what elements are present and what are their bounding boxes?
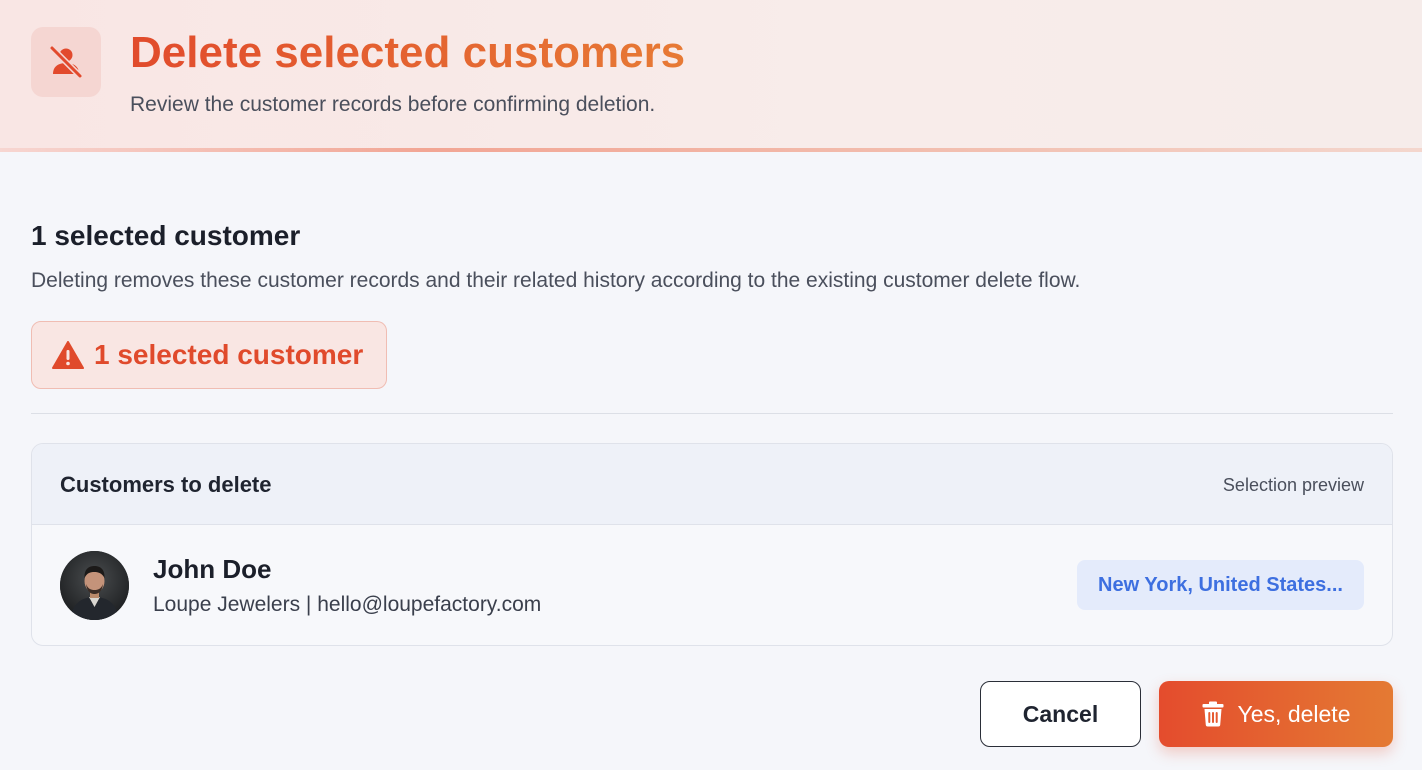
confirm-delete-button[interactable]: Yes, delete [1159,681,1393,747]
avatar [60,551,129,620]
section-divider [31,413,1393,414]
card-header: Customers to delete Selection preview [32,444,1392,525]
warning-triangle-icon [52,341,84,369]
selection-count-heading: 1 selected customer [31,220,301,251]
customer-name: John Doe [153,554,272,584]
customer-location-badge: New York, United States... [1077,560,1364,610]
selection-warning-label: 1 selected customer [94,339,364,370]
user-slash-icon [31,27,101,97]
delete-description: Deleting removes these customer records … [31,269,1081,292]
header-accent-line [0,148,1422,152]
dialog-subtitle: Review the customer records before confi… [130,93,656,116]
card-title: Customers to delete [60,472,272,497]
customer-company-email: Loupe Jewelers | hello@loupefactory.com [153,593,542,616]
confirm-delete-label: Yes, delete [1237,700,1351,727]
customers-to-delete-card: Customers to delete Selection preview Jo… [31,443,1393,646]
trash-icon [1202,701,1224,727]
selection-preview-label: Selection preview [1222,475,1364,495]
cancel-button[interactable]: Cancel [980,681,1141,747]
selection-warning-badge: 1 selected customer [31,321,387,389]
dialog-title: Delete selected customers [130,26,685,80]
